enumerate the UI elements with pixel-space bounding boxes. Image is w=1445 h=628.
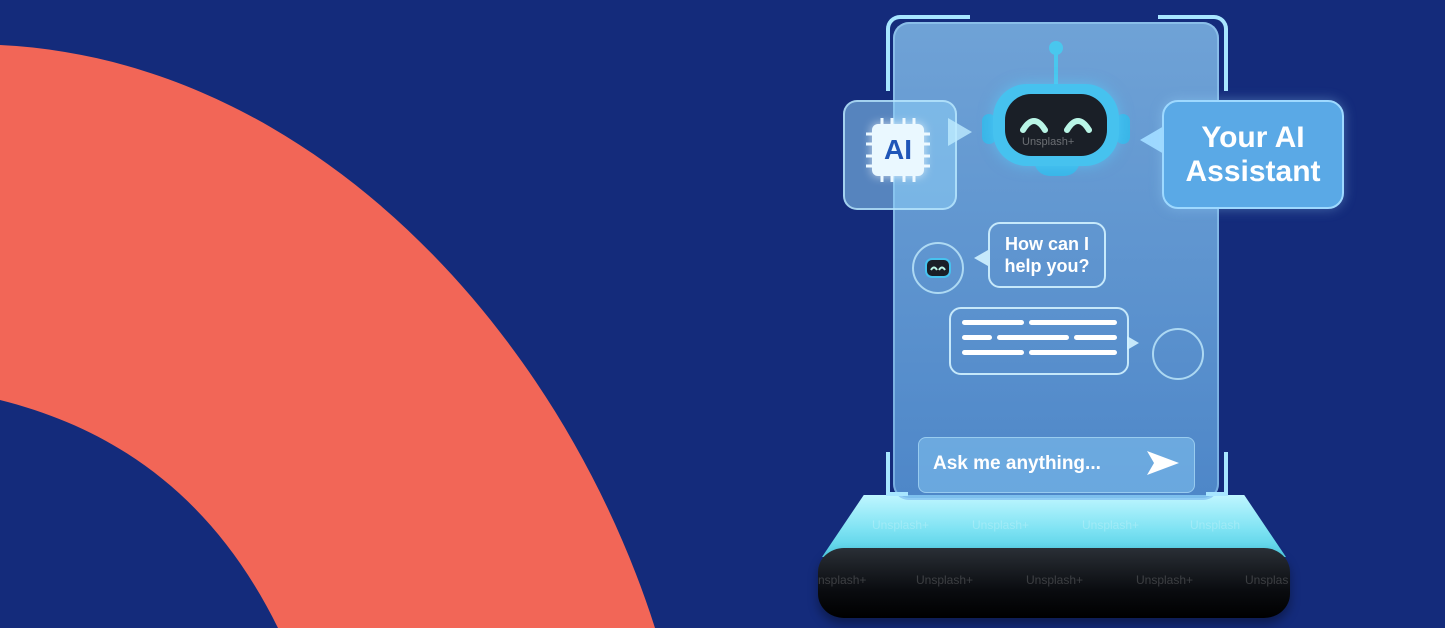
- mini-robot-eyes: [930, 266, 946, 271]
- frame-bracket: [1158, 15, 1228, 91]
- text-placeholder-line: [962, 335, 992, 340]
- user-message-bubble: [949, 307, 1129, 375]
- bubble-tail: [1127, 336, 1139, 350]
- watermark-text: nsplash+: [818, 573, 867, 587]
- title-bubble: Your AI Assistant: [1162, 100, 1344, 209]
- watermark-text: Unsplash: [1190, 518, 1241, 532]
- robot-antenna-tip: [1049, 41, 1063, 55]
- chip-label: AI: [884, 134, 912, 165]
- text-placeholder-line: [1074, 335, 1117, 340]
- bot-message-line-2: help you?: [1004, 256, 1090, 276]
- watermark-text: Unsplash+: [872, 518, 930, 532]
- watermark-text: Unsplash+: [916, 573, 974, 587]
- text-placeholder-line: [1029, 320, 1117, 325]
- user-avatar: [1152, 328, 1204, 380]
- bot-message-line-1: How can I: [1004, 234, 1089, 254]
- bubble-tail: [974, 250, 988, 266]
- title-line-2: Assistant: [1185, 154, 1321, 188]
- bubble-tail: [1140, 126, 1164, 154]
- watermark-text: Unsplash+: [1026, 573, 1084, 587]
- chat-input[interactable]: [933, 453, 1123, 475]
- title-line-1: Your AI: [1201, 120, 1305, 154]
- watermark-text: Unsplash+: [972, 518, 1030, 532]
- ai-chip-icon: AI: [872, 124, 924, 176]
- text-placeholder-line: [1029, 350, 1117, 355]
- text-placeholder-line: [962, 320, 1024, 325]
- frame-bracket: [1206, 452, 1228, 496]
- watermark-text: Unsplas: [1245, 573, 1289, 587]
- bot-message-bubble: How can I help you?: [988, 222, 1106, 288]
- bubble-tail: [948, 118, 972, 146]
- watermark-text: Unsplash+: [1082, 518, 1140, 532]
- text-placeholder-line: [962, 350, 1024, 355]
- text-placeholder-line: [997, 335, 1069, 340]
- frame-bracket: [886, 15, 970, 91]
- watermark-text: Unsplash+: [1136, 573, 1194, 587]
- frame-bracket: [886, 452, 908, 496]
- hero-stage: Unsplash+ Unsplash+ Unsplash+ Unsplash n…: [0, 0, 1445, 628]
- watermark-text: Unsplash+: [1022, 136, 1075, 148]
- send-arrow-icon[interactable]: [1145, 448, 1181, 478]
